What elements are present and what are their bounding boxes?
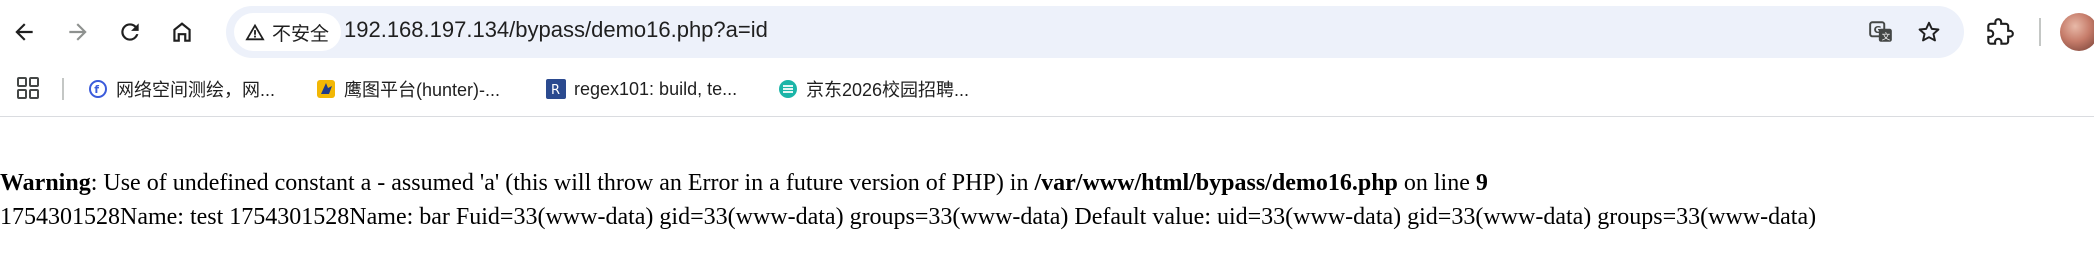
bookmark-label: 鹰图平台(hunter)-... (344, 80, 501, 100)
regex101-icon: R (546, 79, 566, 99)
address-bar[interactable]: 不安全 192.168.197.134/bypass/demo16.php?a=… (226, 6, 1964, 58)
toolbar-divider (2039, 18, 2041, 46)
apps-grid-icon[interactable] (16, 76, 40, 100)
fofa-icon: f (88, 79, 108, 99)
warning-message: : Use of undefined constant a - assumed … (90, 170, 1035, 196)
url-text[interactable]: 192.168.197.134/bypass/demo16.php?a=id (344, 17, 768, 43)
arrow-left-icon (15, 23, 33, 41)
security-indicator[interactable]: 不安全 (234, 13, 342, 51)
warning-triangle-icon (245, 23, 265, 41)
bookmark-star-icon[interactable] (1916, 19, 1942, 45)
command-output: 1754301528Name: test 1754301528Name: bar… (0, 204, 1817, 230)
warning-label: Warning (0, 170, 91, 196)
svg-text:文: 文 (1882, 30, 1891, 42)
translate-icon[interactable]: G文 (1868, 19, 1894, 45)
extensions-button[interactable] (1984, 16, 2016, 48)
warning-on-line-text: on line (1397, 170, 1476, 196)
browser-toolbar: 不安全 192.168.197.134/bypass/demo16.php?a=… (0, 0, 2094, 64)
puzzle-icon (1987, 18, 2014, 45)
svg-text:R: R (551, 83, 560, 98)
bookmark-item[interactable]: 鹰图平台(hunter)-... (310, 73, 506, 105)
hunter-icon (316, 79, 336, 99)
bookmark-label: 京东2026校园招聘... (806, 80, 970, 100)
warning-file-path: /var/www/html/bypass/demo16.php (1034, 170, 1398, 196)
jd-campus-icon (778, 79, 798, 99)
php-warning: Warning: Use of undefined constant a - a… (0, 166, 2094, 200)
toolbar-separator (0, 116, 2094, 117)
back-button[interactable] (6, 14, 42, 50)
reload-button[interactable] (112, 14, 148, 50)
page-content: Warning: Use of undefined constant a - a… (0, 166, 2094, 234)
bookmarks-bar: f 网络空间测绘，网... 鹰图平台(hunter)-... R regex10… (0, 68, 2094, 112)
svg-text:f: f (94, 83, 99, 96)
profile-avatar[interactable] (2060, 13, 2094, 51)
warning-line-number: 9 (1475, 170, 1488, 196)
forward-button[interactable] (60, 14, 96, 50)
security-label: 不安全 (272, 22, 330, 45)
home-icon (173, 22, 191, 42)
reload-icon (121, 23, 139, 41)
bookmarks-divider (62, 78, 64, 100)
bookmark-label: 网络空间测绘，网... (116, 80, 276, 100)
home-button[interactable] (164, 14, 200, 50)
bookmark-label: regex101: build, te... (574, 78, 738, 99)
bookmark-item[interactable]: f 网络空间测绘，网... (82, 73, 281, 105)
bookmark-item[interactable]: R regex101: build, te... (540, 73, 743, 105)
arrow-right-icon (69, 23, 87, 41)
bookmark-item[interactable]: 京东2026校园招聘... (772, 73, 975, 105)
